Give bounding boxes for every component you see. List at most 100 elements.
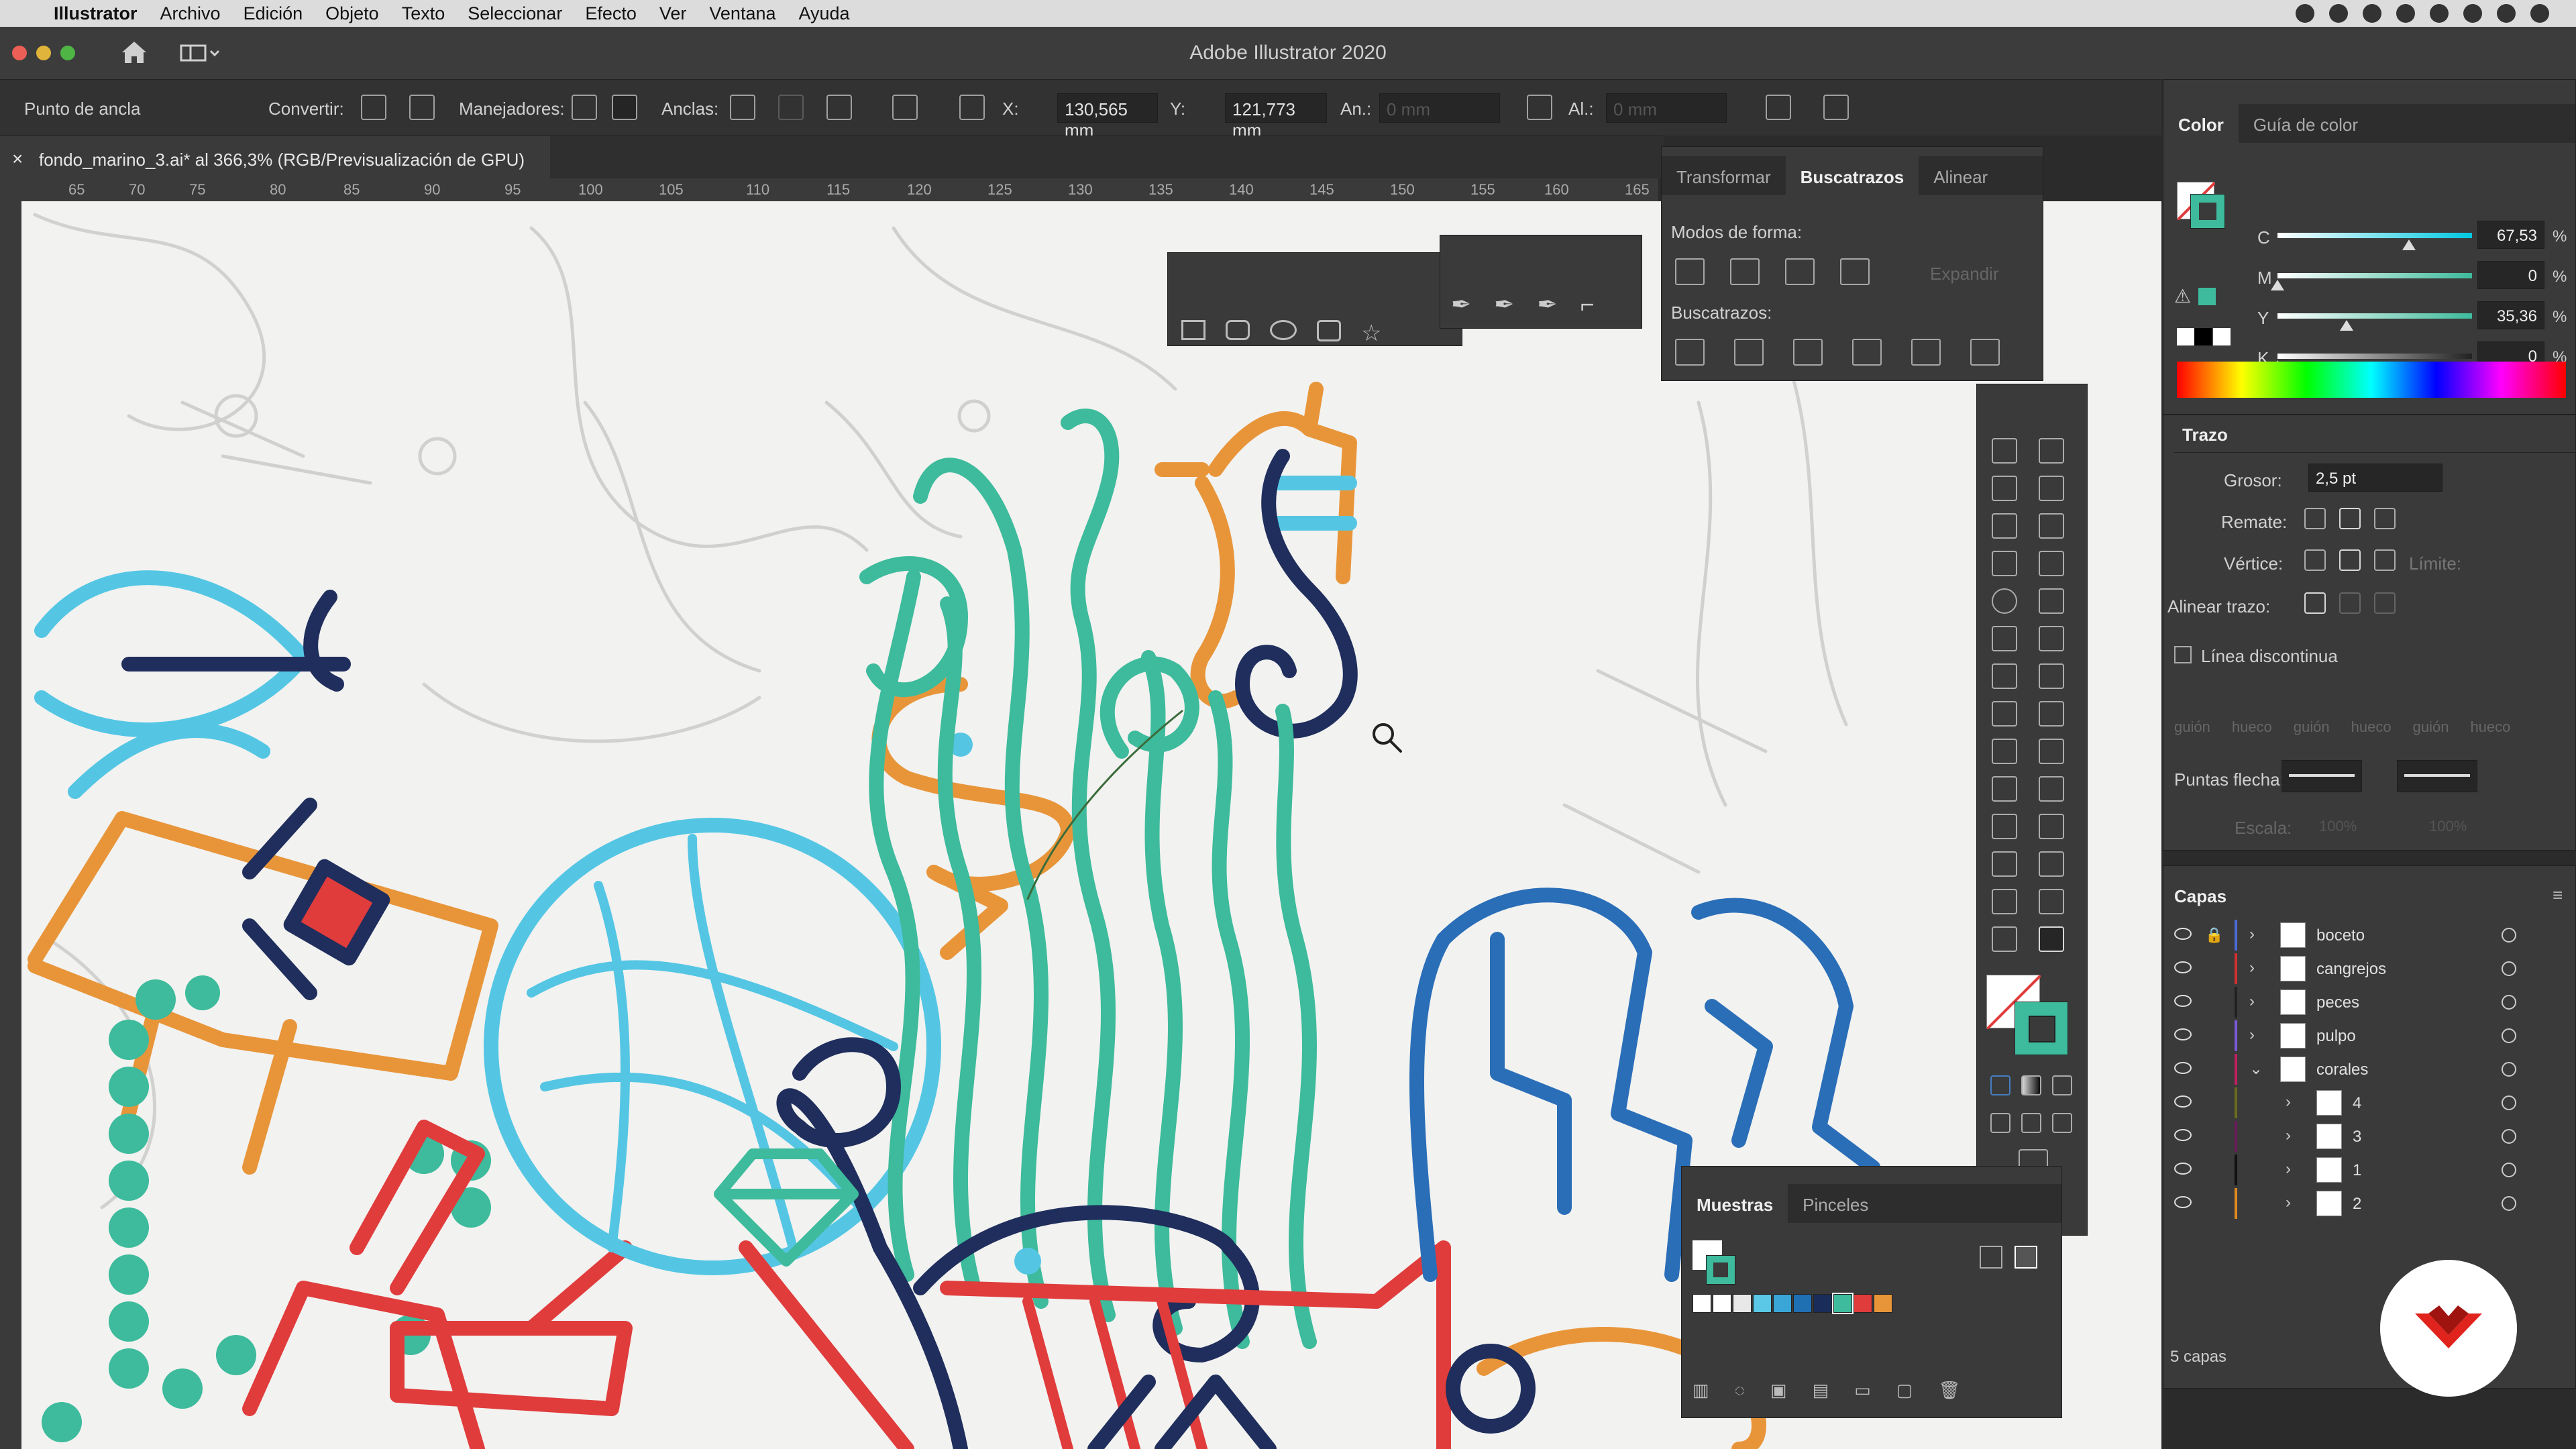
menu-app[interactable]: Illustrator	[54, 3, 138, 24]
channel-slider-knob[interactable]	[2339, 320, 2353, 331]
merge-button[interactable]	[1793, 339, 1823, 366]
scissors-tool-icon[interactable]	[2039, 626, 2064, 651]
grid-view-icon[interactable]	[2015, 1246, 2037, 1269]
tab-align[interactable]: Alinear	[1919, 156, 2002, 195]
search-icon[interactable]	[2463, 4, 2482, 23]
menu-texto[interactable]: Texto	[402, 3, 445, 24]
divide-button[interactable]	[1675, 339, 1705, 366]
convert-smooth-icon[interactable]	[409, 95, 435, 120]
cloud-icon[interactable]	[2363, 4, 2381, 23]
channel-slider-Y[interactable]	[2277, 313, 2472, 319]
slice-tool-icon[interactable]	[2039, 889, 2064, 914]
swatch-options-icon[interactable]: ▣	[1770, 1380, 1787, 1401]
menu-efecto[interactable]: Efecto	[585, 3, 637, 24]
target-circle-icon[interactable]	[2502, 928, 2516, 943]
new-folder-icon[interactable]: ▭	[1854, 1380, 1871, 1401]
end-scale-field[interactable]: 100%	[2429, 818, 2467, 835]
none-mode-icon[interactable]	[2052, 1075, 2072, 1095]
visibility-eye-icon[interactable]	[2174, 928, 2192, 940]
anchor-point-tool-icon[interactable]: ⌐	[1580, 290, 1595, 319]
hide-handles-icon[interactable]	[612, 95, 637, 120]
target-circle-icon[interactable]	[2502, 1129, 2516, 1144]
miter-join-icon[interactable]	[2304, 549, 2326, 571]
swatch-libraries-icon[interactable]: ▥	[1693, 1380, 1709, 1401]
x-field[interactable]: 130,565 mm	[1057, 93, 1158, 140]
target-circle-icon[interactable]	[2502, 1196, 2516, 1211]
square-cap-icon[interactable]	[2374, 508, 2396, 529]
type-tool-icon[interactable]	[1992, 551, 2017, 576]
add-anchor-tool-icon[interactable]: ✒	[1494, 290, 1514, 319]
ellipse-tool-icon[interactable]	[1992, 588, 2017, 614]
layer-row[interactable]: › 2	[2163, 1187, 2576, 1220]
layers-menu-icon[interactable]: ≡	[2553, 885, 2563, 906]
options-icon[interactable]	[1823, 95, 1849, 120]
rounded-rect-tool-icon[interactable]	[1226, 320, 1250, 340]
channel-slider-knob[interactable]	[2271, 280, 2284, 290]
channel-slider-M[interactable]	[2277, 273, 2472, 278]
layer-row[interactable]: › cangrejos	[2163, 952, 2576, 985]
constrain-icon[interactable]	[1527, 95, 1552, 120]
tab-color[interactable]: Color	[2163, 104, 2239, 143]
ellipse-tool-icon[interactable]	[1270, 320, 1297, 340]
horizontal-ruler[interactable]: 65 70 75 80 85 90 95 100 105 110 115 120 125 130 135 14…	[21, 178, 1658, 201]
target-circle-icon[interactable]	[2502, 1095, 2516, 1110]
pen-tool-icon[interactable]	[1992, 513, 2017, 539]
gamut-swatch[interactable]	[2198, 288, 2216, 305]
layer-row[interactable]: › 1	[2163, 1153, 2576, 1187]
wifi-icon[interactable]	[2396, 4, 2415, 23]
color-group-icon[interactable]: ▤	[1813, 1380, 1829, 1401]
align-center-icon[interactable]	[2304, 592, 2326, 614]
minus-front-button[interactable]	[1730, 258, 1760, 285]
shape-builder-tool-icon[interactable]	[1992, 739, 2017, 764]
delete-swatch-icon[interactable]: 🗑	[1938, 1380, 1960, 1401]
channel-value-M[interactable]: 0	[2477, 261, 2544, 289]
chevron-right-icon[interactable]: ›	[2249, 959, 2255, 977]
close-tab-icon[interactable]: ×	[12, 148, 23, 170]
swatch-color[interactable]	[1713, 1294, 1731, 1313]
target-circle-icon[interactable]	[2502, 1163, 2516, 1177]
channel-value-C[interactable]: 67,53	[2477, 221, 2544, 249]
swatch-stroke-indicator[interactable]	[1706, 1255, 1735, 1285]
chevron-right-icon[interactable]: ›	[2286, 1193, 2291, 1212]
exclude-button[interactable]	[1840, 258, 1870, 285]
draw-normal-icon[interactable]	[1990, 1113, 2010, 1133]
show-handles-icon[interactable]	[572, 95, 597, 120]
graph-tool-icon[interactable]	[2039, 851, 2064, 877]
menu-archivo[interactable]: Archivo	[160, 3, 221, 24]
y-field[interactable]: 121,773 mm	[1225, 93, 1327, 140]
target-circle-icon[interactable]	[2502, 1028, 2516, 1043]
menu-list-icon[interactable]	[2530, 4, 2549, 23]
dashed-line-checkbox[interactable]	[2174, 646, 2192, 663]
swatch-color[interactable]	[1813, 1294, 1832, 1313]
panel-stroke-swatch[interactable]	[2190, 194, 2225, 229]
channel-slider-C[interactable]	[2277, 233, 2472, 238]
zoom-tool-icon[interactable]	[2039, 926, 2064, 952]
swatch-color[interactable]	[1854, 1294, 1872, 1313]
unite-button[interactable]	[1675, 258, 1705, 285]
chevron-down-icon[interactable]: ⌄	[2249, 1059, 2263, 1079]
magic-wand-tool-icon[interactable]	[1992, 476, 2017, 501]
document-tab[interactable]: × fondo_marino_3.ai* al 366,3% (RGB/Prev…	[0, 136, 550, 179]
tab-transform[interactable]: Transformar	[1662, 156, 1786, 195]
perspective-tool-icon[interactable]	[2039, 739, 2064, 764]
new-swatch-icon[interactable]: ▢	[1896, 1380, 1913, 1401]
hand-tool-icon[interactable]	[1992, 926, 2017, 952]
menu-objeto[interactable]: Objeto	[325, 3, 379, 24]
mesh-tool-icon[interactable]	[1992, 776, 2017, 802]
chevron-right-icon[interactable]: ›	[2286, 1126, 2291, 1145]
swatch-color[interactable]	[1733, 1294, 1752, 1313]
chevron-right-icon[interactable]: ›	[2286, 1160, 2291, 1179]
swatch-color[interactable]	[1832, 1293, 1854, 1314]
layer-row[interactable]: ⌄ corales	[2163, 1053, 2576, 1086]
color-mode-icon[interactable]	[1990, 1075, 2010, 1095]
swatch-color[interactable]	[1773, 1294, 1792, 1313]
clock-icon[interactable]	[2430, 4, 2449, 23]
color-spectrum[interactable]	[2177, 362, 2566, 398]
tab-brushes[interactable]: Pinceles	[1788, 1184, 1883, 1223]
end-arrowhead-select[interactable]	[2397, 760, 2477, 792]
remove-anchor-icon[interactable]	[730, 95, 755, 120]
bevel-join-icon[interactable]	[2374, 549, 2396, 571]
delete-anchor-tool-icon[interactable]: ✒	[1537, 290, 1557, 319]
swatch-kinds-icon[interactable]: ◌	[1735, 1380, 1745, 1401]
symbol-sprayer-tool-icon[interactable]	[1992, 851, 2017, 877]
